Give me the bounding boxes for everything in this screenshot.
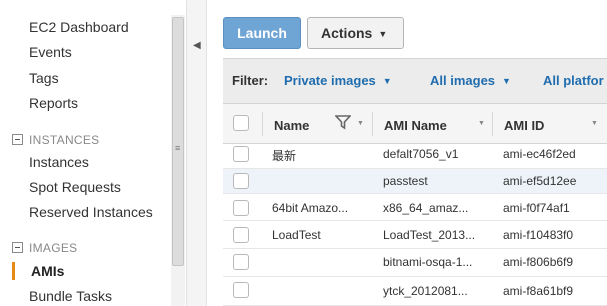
cell-ami-id: ami-ec46f2ed (503, 147, 576, 161)
column-divider (492, 112, 493, 136)
row-checkbox[interactable] (233, 200, 249, 216)
sort-caret-icon[interactable]: ▼ (478, 120, 485, 127)
table-row[interactable]: passtest ami-ef5d12ee (223, 169, 607, 194)
sidebar (0, 0, 186, 306)
cell-ami-name: ytck_2012081... (383, 284, 468, 298)
sort-caret-icon[interactable]: ▼ (357, 120, 364, 127)
table-row[interactable]: 最新 defalt7056_v1 ami-ec46f2ed (223, 144, 607, 169)
column-header-ami-id[interactable]: AMI ID (504, 118, 544, 133)
row-checkbox[interactable] (233, 173, 249, 189)
filter-icon[interactable] (335, 114, 351, 130)
filter-private-images-dropdown[interactable]: Private images ▼ (284, 73, 392, 88)
row-checkbox[interactable] (233, 282, 249, 298)
table-row[interactable]: bitnami-osqa-1... ami-f806b6f9 (223, 252, 607, 277)
cell-ami-name: LoadTest_2013... (383, 228, 476, 242)
actions-label: Actions (321, 25, 373, 41)
cell-name: 最新 (272, 149, 297, 163)
column-divider (262, 112, 263, 136)
filter-all-platforms-dropdown[interactable]: All platfor (543, 73, 604, 88)
chevron-down-icon: ▼ (378, 29, 388, 39)
collapse-section-icon[interactable] (12, 242, 23, 254)
sort-caret-icon[interactable]: ▼ (591, 120, 598, 127)
launch-button[interactable]: Launch (223, 17, 301, 49)
filter-option-label: All platfor (543, 73, 604, 88)
sidebar-item-ec2-dashboard[interactable]: EC2 Dashboard (29, 19, 129, 35)
sidebar-item-bundle-tasks[interactable]: Bundle Tasks (29, 288, 112, 304)
chevron-left-icon[interactable]: ◀ (193, 40, 201, 51)
filter-label: Filter: (232, 73, 269, 88)
section-header-images[interactable]: IMAGES (12, 241, 77, 255)
sidebar-item-instances[interactable]: Instances (29, 154, 89, 170)
cell-ami-id: ami-ef5d12ee (503, 174, 577, 188)
table-row[interactable]: LoadTest LoadTest_2013... ami-f10483f0 (223, 224, 607, 249)
column-header-ami-name[interactable]: AMI Name (384, 118, 447, 133)
sidebar-item-reports[interactable]: Reports (29, 95, 78, 111)
cell-name: 64bit Amazo... (272, 201, 349, 215)
row-checkbox[interactable] (233, 146, 249, 162)
section-label: INSTANCES (29, 133, 100, 147)
column-header-name[interactable]: Name (274, 118, 309, 133)
row-checkbox[interactable] (233, 227, 249, 243)
cell-ami-id: ami-f0f74af1 (503, 201, 570, 215)
cell-ami-name: x86_64_amaz... (383, 201, 469, 215)
cell-ami-name: passtest (383, 174, 428, 188)
filter-option-label: Private images (284, 73, 376, 88)
sidebar-item-tags[interactable]: Tags (29, 70, 59, 86)
active-indicator (12, 262, 15, 280)
select-all-checkbox[interactable] (233, 115, 249, 131)
sidebar-item-amis[interactable]: AMIs (31, 263, 64, 279)
sidebar-item-events[interactable]: Events (29, 44, 72, 60)
row-checkbox[interactable] (233, 254, 249, 270)
grip-icon: ≡ (175, 143, 181, 153)
chevron-down-icon: ▼ (502, 76, 511, 86)
filter-option-label: All images (430, 73, 496, 88)
cell-ami-id: ami-f10483f0 (503, 228, 574, 242)
cell-ami-name: defalt7056_v1 (383, 147, 459, 161)
cell-name: LoadTest (272, 228, 321, 242)
table-row[interactable]: 64bit Amazo... x86_64_amaz... ami-f0f74a… (223, 196, 607, 221)
table-row[interactable]: ytck_2012081... ami-f8a61bf9 (223, 280, 607, 306)
cell-ami-name: bitnami-osqa-1... (383, 255, 473, 269)
sidebar-item-spot-requests[interactable]: Spot Requests (29, 179, 121, 195)
cell-ami-id: ami-f806b6f9 (503, 255, 574, 269)
sidebar-scrollbar-thumb[interactable] (172, 17, 184, 266)
actions-button[interactable]: Actions ▼ (307, 17, 404, 49)
collapse-section-icon[interactable] (12, 134, 23, 146)
cell-ami-id: ami-f8a61bf9 (503, 284, 574, 298)
filter-all-images-dropdown[interactable]: All images ▼ (430, 73, 511, 88)
section-label: IMAGES (29, 241, 78, 255)
chevron-down-icon: ▼ (382, 76, 392, 86)
sidebar-item-reserved-instances[interactable]: Reserved Instances (29, 204, 153, 220)
section-header-instances[interactable]: INSTANCES (12, 133, 100, 147)
column-divider (372, 112, 373, 136)
